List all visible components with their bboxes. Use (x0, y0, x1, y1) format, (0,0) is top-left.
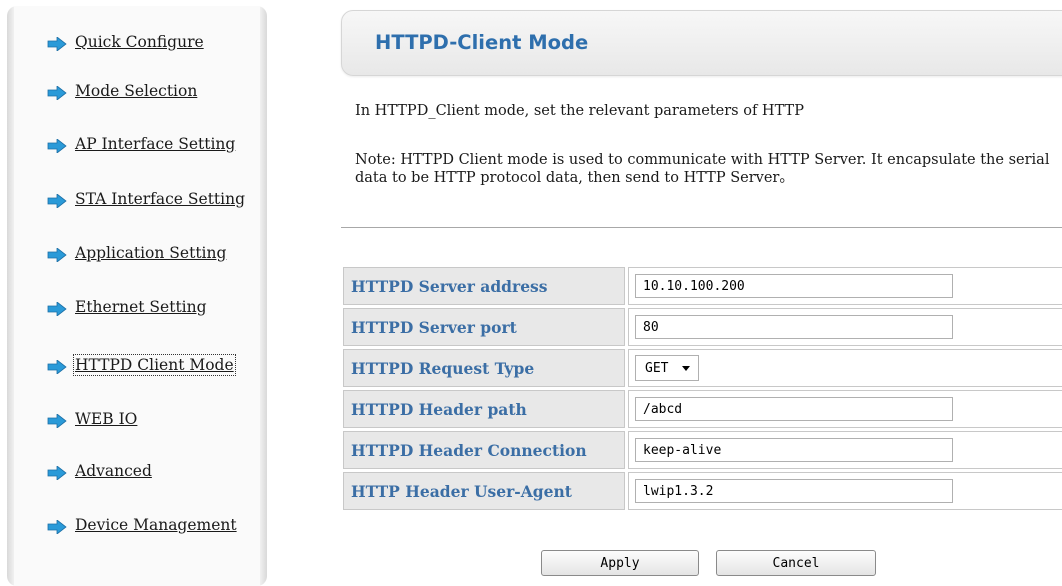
user-agent-input[interactable] (635, 479, 953, 503)
arrow-right-icon (47, 360, 67, 374)
form-label: HTTPD Server port (343, 308, 625, 346)
sidebar-item-label: Mode Selection (75, 82, 198, 100)
header-path-input[interactable] (635, 397, 953, 421)
note-text: Note: HTTPD Client mode is used to commu… (355, 152, 1050, 186)
sidebar-item-label: Ethernet Setting (75, 298, 207, 316)
sidebar-item-label: Advanced (75, 462, 152, 480)
request-type-value: GET (645, 360, 669, 376)
form-row: HTTPD Header path (343, 390, 1062, 428)
sidebar-nav: Quick Configure Mode Selection AP Interf… (7, 6, 267, 586)
header-connection-input[interactable] (635, 438, 953, 462)
form-row: HTTPD Server address (343, 267, 1062, 305)
form-label: HTTPD Request Type (343, 349, 625, 387)
form-label: HTTPD Server address (343, 267, 625, 305)
arrow-right-icon (47, 194, 67, 208)
sidebar-item-mode-selection[interactable]: Mode Selection (47, 82, 197, 100)
settings-form-table: HTTPD Server address HTTPD Server port H… (340, 264, 1062, 513)
arrow-right-icon (47, 86, 67, 100)
sidebar-item-advanced[interactable]: Advanced (47, 462, 152, 480)
sidebar-item-label: AP Interface Setting (75, 135, 236, 153)
sidebar-item-label: Device Management (75, 516, 237, 534)
sidebar-item-sta-interface-setting[interactable]: STA Interface Setting (47, 190, 245, 208)
arrow-right-icon (47, 466, 67, 480)
sidebar-item-label: HTTPD Client Mode (73, 354, 236, 376)
divider (341, 227, 1062, 228)
server-port-input[interactable] (635, 315, 953, 339)
form-row: HTTPD Server port (343, 308, 1062, 346)
sidebar-item-device-management[interactable]: Device Management (47, 516, 237, 534)
sidebar-item-quick-configure[interactable]: Quick Configure (47, 33, 204, 51)
intro-text: In HTTPD_Client mode, set the relevant p… (355, 103, 804, 119)
sidebar-item-label: Application Setting (75, 244, 227, 262)
cancel-button[interactable]: Cancel (716, 550, 876, 576)
arrow-right-icon (47, 37, 67, 51)
sidebar-item-ethernet-setting[interactable]: Ethernet Setting (47, 298, 207, 316)
apply-button[interactable]: Apply (541, 550, 699, 576)
chevron-down-icon (682, 365, 690, 371)
arrow-right-icon (47, 520, 67, 534)
form-label: HTTP Header User-Agent (343, 472, 625, 510)
form-row: HTTPD Request Type GET (343, 349, 1062, 387)
form-row: HTTP Header User-Agent (343, 472, 1062, 510)
sidebar-item-label: STA Interface Setting (75, 190, 246, 208)
sidebar-item-httpd-client-mode[interactable]: HTTPD Client Mode (47, 354, 236, 376)
sidebar-item-label: Quick Configure (75, 33, 204, 51)
arrow-right-icon (47, 139, 67, 153)
request-type-select[interactable]: GET (635, 355, 699, 381)
page-title: HTTPD-Client Mode (375, 31, 589, 54)
sidebar-item-application-setting[interactable]: Application Setting (47, 244, 226, 262)
form-label: HTTPD Header Connection (343, 431, 625, 469)
arrow-right-icon (47, 248, 67, 262)
sidebar-item-label: WEB IO (75, 410, 138, 428)
form-label: HTTPD Header path (343, 390, 625, 428)
arrow-right-icon (47, 302, 67, 316)
sidebar-item-web-io[interactable]: WEB IO (47, 410, 137, 428)
server-address-input[interactable] (635, 274, 953, 298)
page-title-box: HTTPD-Client Mode (341, 10, 1062, 76)
sidebar-item-ap-interface-setting[interactable]: AP Interface Setting (47, 135, 235, 153)
form-row: HTTPD Header Connection (343, 431, 1062, 469)
arrow-right-icon (47, 414, 67, 428)
